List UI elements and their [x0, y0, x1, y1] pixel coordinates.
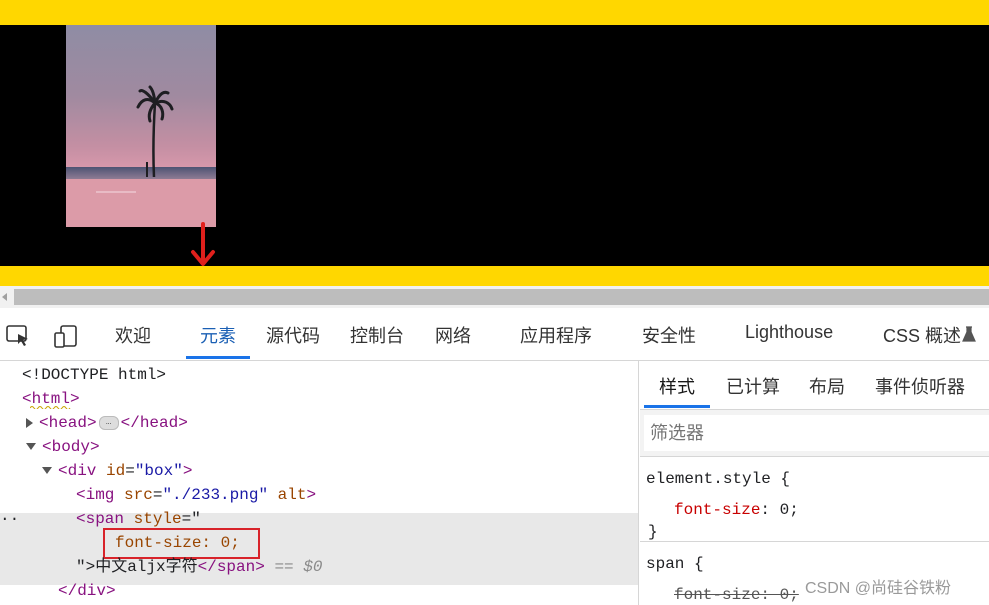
tab-css-overview[interactable]: CSS 概述 [883, 322, 961, 348]
styles-filter-input[interactable] [644, 415, 989, 451]
div-attr-value: "box" [134, 462, 183, 480]
rule-element-style-selector[interactable]: element.style { [646, 467, 790, 491]
down-arrow-icon [191, 222, 215, 266]
page-viewport [0, 0, 989, 286]
dom-line-body[interactable]: <body> [26, 435, 100, 459]
collapse-body-icon[interactable] [26, 443, 36, 451]
tab-welcome[interactable]: 欢迎 [115, 322, 151, 348]
span-style-open: =" [181, 510, 201, 528]
dom-line-span-text[interactable]: ">中文aljx字符</span> == $0 [76, 555, 322, 579]
active-tab-indicator [186, 356, 250, 359]
div-open-tag: <div [58, 462, 97, 480]
span-rule-selector: span { [646, 555, 704, 573]
element-style-close: } [648, 523, 658, 541]
subtab-layout[interactable]: 布局 [809, 373, 845, 399]
span-style-name: style [133, 510, 182, 528]
head-collapsed-badge[interactable]: … [98, 415, 119, 430]
img-src-equals: = [152, 486, 163, 504]
palm-tree-icon [96, 85, 174, 193]
row-dots-text: ·· [0, 510, 20, 528]
tab-lighthouse[interactable]: Lighthouse [745, 322, 833, 343]
flask-icon [962, 326, 976, 342]
head-close-tag: </head> [120, 414, 188, 432]
devtools-panel: 欢迎 元素 源代码 控制台 网络 应用程序 安全性 Lighthouse CSS… [0, 308, 989, 605]
filter-row [640, 410, 989, 457]
img-src-value[interactable]: "./233.png" [162, 486, 268, 504]
tab-sources[interactable]: 源代码 [266, 322, 320, 348]
inspect-element-icon[interactable] [6, 325, 30, 347]
devtools-tabbar: 欢迎 元素 源代码 控制台 网络 应用程序 安全性 Lighthouse CSS… [0, 308, 989, 361]
rule-span-selector[interactable]: span { [646, 552, 704, 576]
doctype-text: <!DOCTYPE html> [22, 366, 167, 384]
palm-tree-image [66, 25, 216, 227]
element-style-property[interactable]: font-size [674, 501, 760, 519]
img-tag: <img [76, 486, 115, 504]
head-open-tag: <head> [39, 414, 97, 432]
span-tag: <span [76, 510, 125, 528]
scrollbar-thumb[interactable] [14, 289, 989, 305]
expand-head-icon[interactable] [26, 417, 33, 428]
dom-tree-panel: <!DOCTYPE html> <html> <head>… </head> <b… [0, 361, 639, 605]
dom-line-doctype[interactable]: <!DOCTYPE html> [22, 363, 166, 387]
active-subtab-indicator [644, 405, 710, 408]
dom-line-img[interactable]: <img src="./233.png" alt> [76, 483, 316, 507]
subtab-computed[interactable]: 已计算 [726, 373, 780, 399]
div-close-tag: </div> [58, 582, 116, 600]
styles-pane: 样式 已计算 布局 事件侦听器 element.style { font-siz… [640, 361, 989, 605]
tab-elements[interactable]: 元素 [200, 322, 236, 348]
dom-line-head[interactable]: <head>… </head> [26, 411, 188, 435]
element-style-value[interactable]: : 0; [760, 501, 798, 519]
dom-line-div[interactable]: <div id="box"> [42, 459, 192, 483]
squiggle-underline-icon [30, 406, 71, 409]
tab-security[interactable]: 安全性 [642, 322, 696, 348]
div-close-bracket: > [182, 462, 193, 480]
device-emulation-icon[interactable] [54, 325, 78, 349]
element-style-selector: element.style { [646, 470, 791, 488]
span-close-tag: </span> [197, 558, 265, 576]
rule-span-decl[interactable]: font-size: 0; [674, 583, 799, 605]
rule-element-style-decl[interactable]: font-size: 0; [674, 498, 799, 522]
selected-row-dots[interactable]: ·· [0, 507, 19, 531]
subtab-event-listeners[interactable]: 事件侦听器 [875, 373, 965, 399]
span-text-node: 中文aljx字符 [95, 558, 198, 576]
span-overridden-declaration[interactable]: font-size: 0; [674, 586, 799, 604]
img-close-bracket: > [306, 486, 317, 504]
subtab-styles[interactable]: 样式 [659, 373, 695, 399]
collapse-div-icon[interactable] [42, 467, 52, 475]
tab-application[interactable]: 应用程序 [520, 322, 592, 348]
console-ref-marker: == $0 [274, 558, 323, 576]
span-close-quote: "> [76, 558, 96, 576]
img-alt-attr: alt [277, 486, 307, 504]
scroll-left-icon[interactable] [2, 293, 7, 301]
style-rule-divider [640, 541, 989, 542]
horizontal-scrollbar[interactable] [0, 286, 989, 308]
img-src-name: src [124, 486, 153, 504]
dom-line-div-close[interactable]: </div> [58, 579, 116, 603]
body-tag: <body> [42, 438, 100, 456]
div-attr-name: id [106, 462, 126, 480]
div-attr-equals: = [125, 462, 135, 480]
styles-subtabbar: 样式 已计算 布局 事件侦听器 [640, 361, 989, 410]
tab-console[interactable]: 控制台 [350, 322, 404, 348]
csdn-watermark: CSDN @尚硅谷铁粉 [805, 580, 952, 597]
tab-network[interactable]: 网络 [435, 322, 471, 348]
